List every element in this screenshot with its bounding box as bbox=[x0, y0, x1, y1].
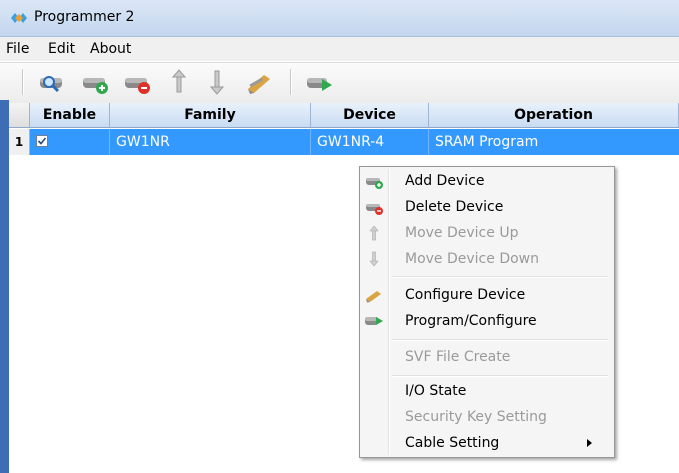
menu-bar: File Edit About bbox=[0, 37, 679, 61]
configure-device-icon bbox=[366, 291, 381, 303]
program-configure-icon[interactable] bbox=[304, 67, 334, 97]
menu-separator bbox=[392, 276, 608, 278]
title-bar: Programmer 2 bbox=[0, 0, 679, 37]
menu-item-label: Program/Configure bbox=[405, 313, 537, 329]
toolbar-separator bbox=[290, 69, 292, 95]
enable-checkbox[interactable] bbox=[36, 135, 48, 147]
app-logo-icon bbox=[11, 13, 27, 23]
menu-item-label: Security Key Setting bbox=[405, 409, 547, 425]
menu-edit[interactable]: Edit bbox=[48, 41, 75, 57]
menu-item-configure-device[interactable]: Configure Device bbox=[362, 283, 612, 307]
menu-item-cable-setting[interactable]: Cable Setting bbox=[362, 431, 612, 455]
add-device-icon bbox=[366, 178, 383, 189]
menu-file[interactable]: File bbox=[6, 41, 29, 57]
table-row[interactable]: GW1NR GW1NR-4 SRAM Program bbox=[30, 129, 679, 155]
toolbar bbox=[0, 62, 679, 104]
window-title: Programmer 2 bbox=[34, 9, 135, 25]
configure-device-icon[interactable] bbox=[244, 67, 274, 97]
submenu-arrow-icon bbox=[587, 439, 592, 447]
menu-item-label: Configure Device bbox=[405, 287, 526, 303]
device-cell: GW1NR-4 bbox=[311, 129, 429, 155]
menu-item-label: SVF File Create bbox=[405, 349, 511, 365]
family-cell: GW1NR bbox=[110, 129, 311, 155]
enable-cell bbox=[30, 129, 110, 155]
column-header-device[interactable]: Device bbox=[311, 103, 429, 128]
menu-item-delete-device[interactable]: Delete Device bbox=[362, 195, 612, 219]
column-header-family[interactable]: Family bbox=[110, 103, 311, 128]
scan-device-icon[interactable] bbox=[36, 67, 66, 97]
row-number[interactable]: 1 bbox=[9, 129, 30, 155]
menu-about[interactable]: About bbox=[90, 41, 131, 57]
menu-separator bbox=[392, 339, 608, 341]
column-header-enable[interactable]: Enable bbox=[30, 103, 110, 128]
header-corner bbox=[9, 103, 30, 128]
menu-item-label: I/O State bbox=[405, 383, 467, 399]
menu-item-label: Add Device bbox=[405, 173, 485, 189]
menu-item-add-device[interactable]: Add Device bbox=[362, 169, 612, 193]
move-down-icon[interactable] bbox=[202, 67, 232, 97]
menu-item-security-key-setting[interactable]: Security Key Setting bbox=[362, 405, 612, 429]
delete-device-icon[interactable] bbox=[122, 67, 152, 97]
menu-item-label: Move Device Down bbox=[405, 251, 539, 267]
move-up-icon[interactable] bbox=[164, 67, 194, 97]
menu-item-move-up[interactable]: Move Device Up bbox=[362, 221, 612, 245]
menu-item-label: Move Device Up bbox=[405, 225, 519, 241]
menu-item-program-configure[interactable]: Program/Configure bbox=[362, 309, 612, 333]
context-menu: Add Device Delete Device Move Device Up … bbox=[359, 166, 615, 458]
menu-item-io-state[interactable]: I/O State bbox=[362, 379, 612, 403]
menu-item-move-down[interactable]: Move Device Down bbox=[362, 247, 612, 271]
menu-item-label: Cable Setting bbox=[405, 435, 500, 451]
check-mark-icon bbox=[37, 137, 47, 145]
menu-item-label: Delete Device bbox=[405, 199, 504, 215]
move-down-icon bbox=[369, 251, 379, 267]
column-header-operation[interactable]: Operation bbox=[429, 103, 679, 128]
add-device-icon[interactable] bbox=[80, 67, 110, 97]
program-configure-icon bbox=[365, 317, 383, 325]
left-accent-strip bbox=[0, 100, 9, 473]
delete-device-icon bbox=[366, 204, 383, 215]
move-up-icon bbox=[369, 225, 379, 241]
menu-item-svf-file-create[interactable]: SVF File Create bbox=[362, 345, 612, 369]
toolbar-separator bbox=[22, 69, 24, 95]
operation-cell: SRAM Program bbox=[435, 134, 539, 150]
menu-separator bbox=[392, 375, 608, 377]
